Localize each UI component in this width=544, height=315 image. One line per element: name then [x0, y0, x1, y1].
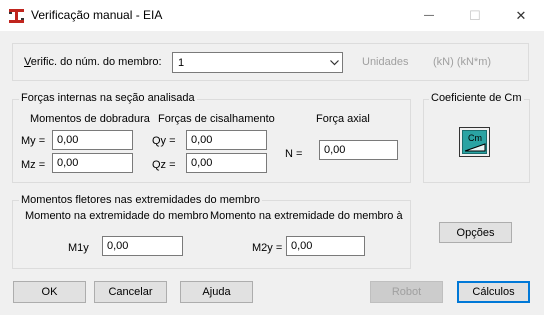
- mz-input[interactable]: 0,00: [52, 153, 133, 173]
- member-label: Verific. do núm. do membro:: [24, 56, 162, 68]
- bending-heading: Momentos de dobradura: [30, 113, 150, 125]
- ok-button-label: OK: [41, 286, 58, 298]
- title-bar: Verificação manual - EIA — ☐ ✕: [0, 0, 544, 31]
- options-button[interactable]: Opções: [439, 222, 512, 243]
- end-moment-heading-1: Momento na extremidade do membro: [25, 210, 209, 222]
- cm-icon-text: Cm: [468, 133, 482, 143]
- qz-input[interactable]: 0,00: [186, 153, 267, 173]
- units-value: (kN) (kN*m): [433, 56, 492, 68]
- calculations-button[interactable]: Cálculos: [457, 281, 530, 303]
- app-icon: [9, 9, 24, 23]
- robot-button[interactable]: Robot: [370, 281, 443, 303]
- cm-icon: Cm: [462, 130, 487, 154]
- robot-button-label: Robot: [391, 286, 422, 298]
- help-button-label: Ajuda: [202, 286, 231, 298]
- my-label: My =: [21, 135, 46, 147]
- internal-forces-title: Forças internas na seção analisada: [19, 92, 197, 104]
- axial-heading: Força axial: [316, 113, 370, 125]
- close-icon: ✕: [515, 7, 527, 23]
- m1y-label: M1y: [68, 242, 89, 254]
- cm-group-title: Coeficiente de Cm: [429, 92, 524, 104]
- shear-heading: Forças de cisalhamento: [158, 113, 275, 125]
- n-label: N =: [285, 148, 303, 160]
- cancel-button-label: Cancelar: [108, 286, 153, 298]
- maximize-button[interactable]: ☐: [452, 0, 498, 31]
- cm-button[interactable]: Cm: [459, 127, 490, 157]
- help-button[interactable]: Ajuda: [180, 281, 253, 303]
- close-button[interactable]: ✕: [498, 0, 544, 31]
- end-moments-title: Momentos fletores nas extremidades do me…: [19, 194, 263, 206]
- minimize-button[interactable]: —: [406, 0, 452, 31]
- my-input[interactable]: 0,00: [52, 130, 133, 150]
- m2y-input[interactable]: 0,00: [286, 236, 365, 256]
- units-label: Unidades: [362, 56, 409, 68]
- maximize-icon: ☐: [469, 7, 481, 23]
- mz-label: Mz =: [21, 159, 46, 171]
- m2y-label: M2y =: [252, 242, 283, 254]
- end-moment-heading-2: Momento na extremidade do membro à: [210, 210, 403, 222]
- minimize-icon: —: [424, 10, 434, 21]
- chevron-down-icon: [330, 60, 339, 66]
- qy-input[interactable]: 0,00: [186, 130, 267, 150]
- qz-label: Qz =: [152, 159, 176, 171]
- qy-label: Qy =: [152, 135, 176, 147]
- m1y-input[interactable]: 0,00: [102, 236, 183, 256]
- n-input[interactable]: 0,00: [319, 140, 398, 160]
- member-select[interactable]: 1: [172, 52, 343, 73]
- ok-button[interactable]: OK: [13, 281, 86, 303]
- member-select-value: 1: [178, 57, 185, 69]
- member-label-text: erific. do núm. do membro:: [30, 56, 162, 68]
- options-button-label: Opções: [456, 226, 495, 239]
- calculations-button-label: Cálculos: [472, 286, 515, 298]
- window-title: Verificação manual - EIA: [31, 8, 163, 22]
- cancel-button[interactable]: Cancelar: [94, 281, 167, 303]
